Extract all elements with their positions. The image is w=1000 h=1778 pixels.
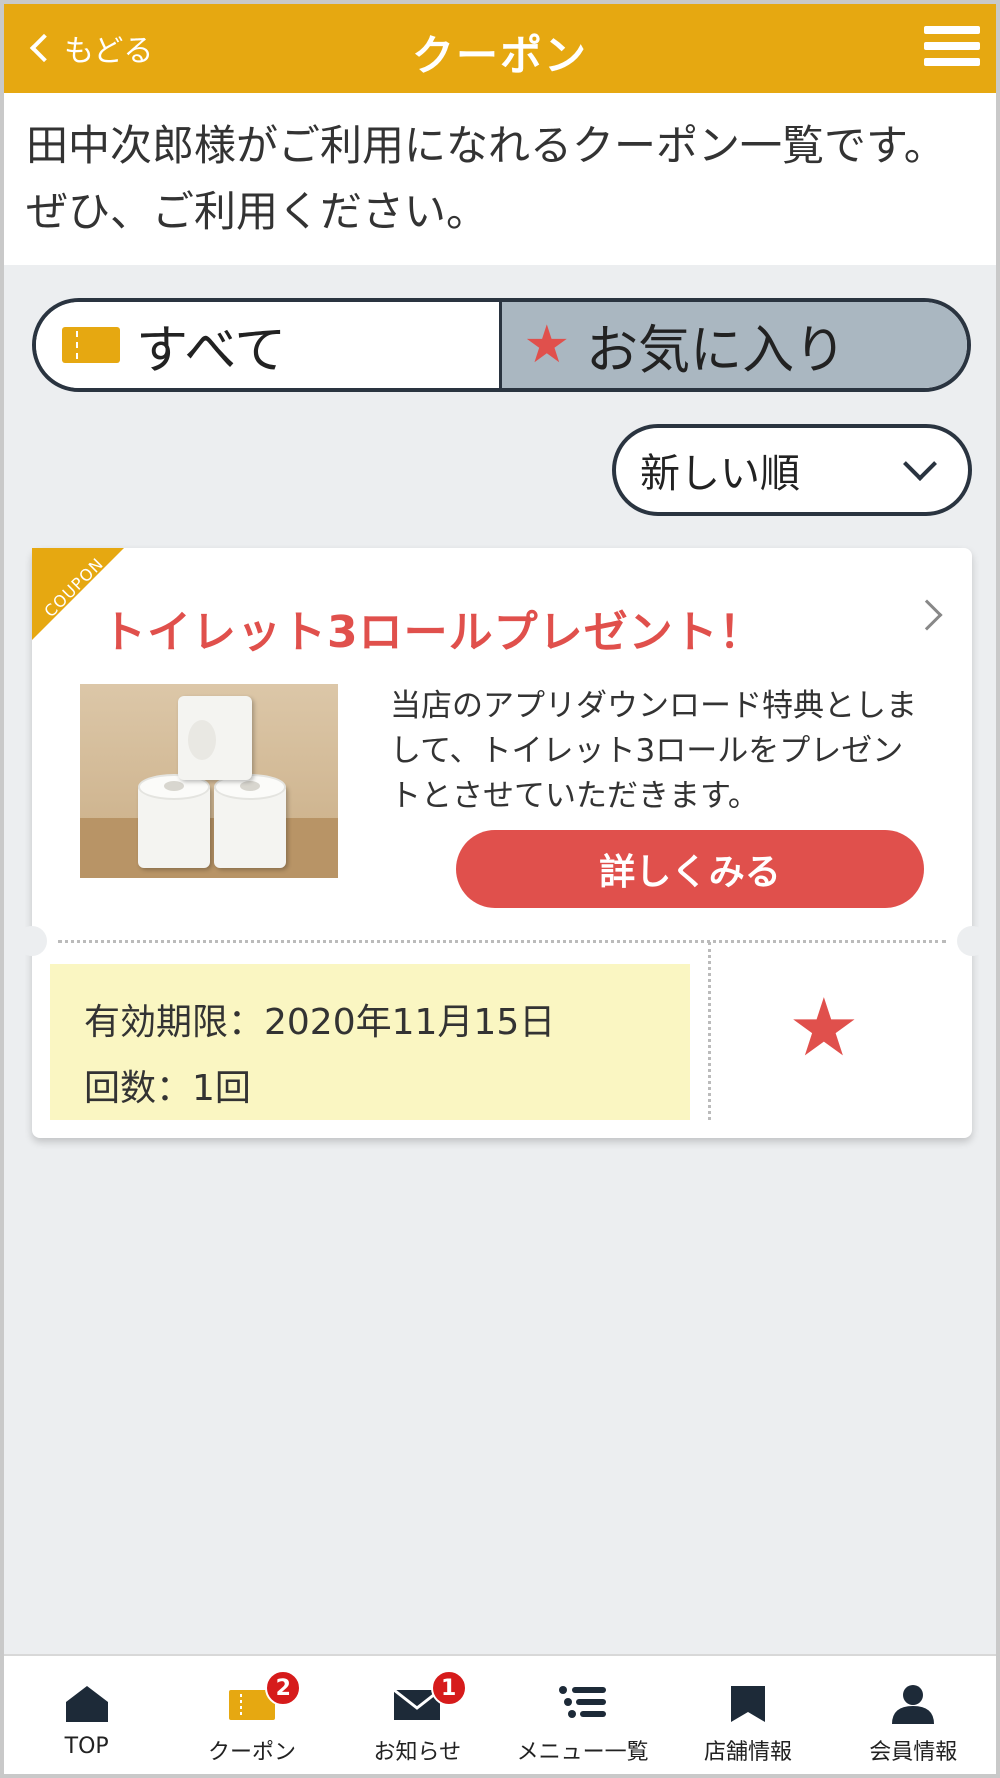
chevron-down-icon	[903, 447, 937, 481]
coupon-image	[80, 684, 338, 878]
usage-count: 回数：1回	[84, 1068, 251, 1109]
nav-item-news[interactable]: お知らせ 1	[335, 1656, 500, 1774]
favorite-star-icon[interactable]: ★	[788, 988, 860, 1068]
coupon-count-badge: 2	[265, 1670, 302, 1706]
expiry-date: 有効期限：2020年11月15日	[84, 1002, 556, 1043]
tab-all[interactable]: すべて	[36, 302, 502, 388]
star-icon: ★	[523, 315, 571, 375]
menu-icon[interactable]	[924, 26, 980, 74]
chevron-right-icon[interactable]	[911, 599, 943, 631]
nav-item-coupon[interactable]: クーポン 2	[169, 1656, 334, 1774]
tab-all-label: すべて	[136, 320, 287, 381]
coupon-card[interactable]: COUPON トイレット3ロールプレゼント！ 当店のアプリダウンロード特典としま…	[17, 548, 987, 1138]
nav-item-store[interactable]: 店舗情報	[665, 1656, 830, 1774]
nav-item-member[interactable]: 会員情報	[831, 1656, 996, 1774]
nav-item-menu[interactable]: メニュー一覧	[500, 1656, 665, 1774]
header-bar: もどる クーポン	[4, 4, 996, 93]
nav-label-member: 会員情報	[869, 1740, 958, 1765]
ticket-icon	[62, 327, 120, 363]
nav-label-top: TOP	[64, 1734, 109, 1759]
person-icon	[892, 1685, 935, 1724]
page-title: クーポン	[411, 31, 588, 80]
news-count-badge: 1	[430, 1670, 467, 1706]
detail-button[interactable]: 詳しくみる	[456, 830, 924, 908]
sort-selected-label: 新しい順	[640, 451, 800, 497]
nav-label-menu: メニュー一覧	[516, 1740, 649, 1765]
ticket-notch-left	[17, 926, 47, 956]
list-icon	[558, 1686, 606, 1718]
nav-item-top[interactable]: TOP	[4, 1656, 169, 1774]
store-icon	[730, 1686, 765, 1722]
bottom-nav: TOP クーポン 2 お知らせ 1 メニュー一覧 店舗情報 会員情報	[4, 1654, 996, 1774]
coupon-expiry-box: 有効期限：2020年11月15日 回数：1回	[50, 964, 690, 1120]
nav-label-news: お知らせ	[373, 1740, 462, 1765]
vertical-perforation	[708, 942, 711, 1120]
coupon-description: 当店のアプリダウンロード特典としまして、トイレット3ロールをプレゼントとさせてい…	[390, 688, 917, 814]
home-icon	[65, 1686, 108, 1722]
nav-label-coupon: クーポン	[207, 1740, 296, 1765]
tab-favorites[interactable]: ★ お気に入り	[501, 302, 967, 388]
ticket-notch-right	[957, 926, 987, 956]
filter-tabs: すべて ★ お気に入り	[32, 298, 971, 392]
perforation-divider	[58, 940, 946, 943]
sort-select[interactable]: 新しい順	[612, 424, 972, 516]
coupon-title: トイレット3ロールプレゼント！	[102, 607, 764, 658]
intro-text: 田中次郎様がご利用になれるクーポン一覧です。ぜひ、ご利用ください。	[4, 93, 996, 265]
nav-label-store: 店舗情報	[703, 1740, 792, 1765]
tab-favorites-label: お気に入り	[586, 320, 847, 381]
app-screen: もどる クーポン 田中次郎様がご利用になれるクーポン一覧です。ぜひ、ご利用くださ…	[4, 4, 996, 1774]
